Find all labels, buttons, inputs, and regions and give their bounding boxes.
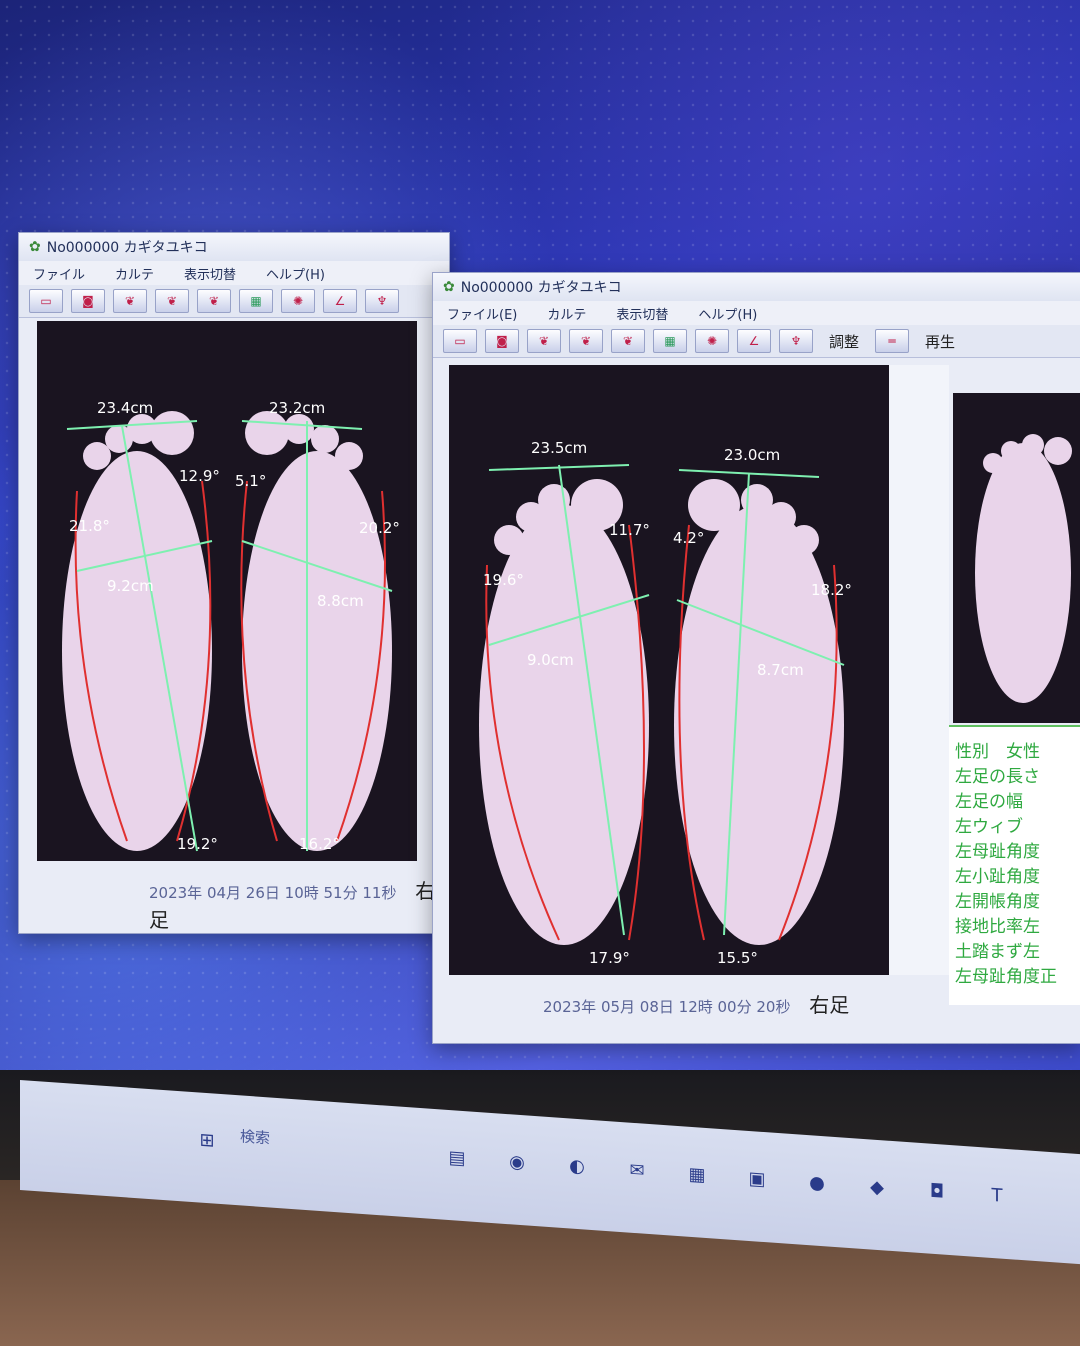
left-foot-outer-angle: 19.6° [483,571,524,589]
left-foot-outer-angle: 21.8° [69,517,110,535]
right-foot-length: 23.0cm [724,446,780,464]
angle-icon[interactable]: ∠ [737,329,771,353]
menu-view[interactable]: 表示切替 [616,304,668,323]
right-foot-width: 8.7cm [757,661,804,679]
teams-icon[interactable]: T [980,1177,1014,1213]
left-foot-length: 23.4cm [97,399,153,417]
right-foot-width: 8.8cm [317,592,364,610]
left-foot-width: 9.2cm [107,577,154,595]
info-contact-ratio-left: 接地比率左 [955,917,1040,937]
menu-file[interactable]: ファイル [33,264,85,283]
window-right[interactable]: ✿ No000000 カギタユキコ ファイル(E) カルテ 表示切替 ヘルプ(H… [432,272,1080,1044]
left-foot-toe-angle: 11.7° [609,521,650,539]
menu-karte[interactable]: カルテ [115,264,154,283]
scan-timestamp-left: 2023年 04月 26日 10時 51分 11秒 [149,884,397,902]
scan-preview-thumbnail[interactable] [953,393,1080,723]
taskbar-search[interactable]: 検索 [240,1125,270,1148]
feet-tool-icon[interactable]: ❦ [113,289,147,313]
scan-icon[interactable]: ▭ [443,329,477,353]
menu-help[interactable]: ヘルプ(H) [266,264,325,283]
camera-tool-icon[interactable]: ◙ [485,329,519,353]
grid-icon[interactable]: ▦ [239,289,273,313]
left-foot-heel-angle: 19.2° [177,835,218,853]
info-gender: 性別 女性 [955,742,1040,762]
feet-tool-icon[interactable]: ❦ [527,329,561,353]
adjust-button[interactable]: 調整 [821,330,867,352]
edge-icon[interactable]: ◐ [560,1148,594,1184]
angle-icon[interactable]: ∠ [323,289,357,313]
file-explorer-icon[interactable]: ▤ [440,1139,474,1175]
window-left-toolbar: ▭ ◙ ❦ ❦ ❦ ▦ ✺ ∠ ♆ [19,285,449,318]
menu-help[interactable]: ヘルプ(H) [698,304,757,323]
camera-tool-icon[interactable]: ◙ [71,289,105,313]
window-left[interactable]: ✿ No000000 カギタユキコ ファイル カルテ 表示切替 ヘルプ(H) ▭… [18,232,450,934]
right-foot-heel-angle: 15.5° [717,949,758,967]
preview-foot-svg [975,434,1072,703]
info-left-width: 左足の幅 [955,792,1023,812]
window-right-toolbar: ▭ ◙ ❦ ❦ ❦ ▦ ✺ ∠ ♆ 調整 ═ 再生 [433,325,1080,358]
app-icon-small: ✿ [29,239,41,255]
right-foot-heel-angle: 16.2° [299,835,340,853]
playback-button[interactable]: 再生 [917,330,963,352]
measurement-info-panel: 性別 女性 左足の長さ 左足の幅 左ウィブ 左母趾角度 左小趾角度 左開帳角度 … [949,725,1080,1005]
scan-image-right: 23.5cm 9.0cm 11.7° 19.6° 17.9° 23.0cm 8.… [449,365,889,975]
toe-icon[interactable]: ♆ [365,289,399,313]
info-left-splay-angle: 左開帳角度 [955,892,1040,912]
right-foot-shape [674,479,844,945]
left-foot-length: 23.5cm [531,439,587,457]
grid-icon[interactable]: ▦ [653,329,687,353]
info-left-little-toe-angle: 左小趾角度 [955,867,1040,887]
menu-view[interactable]: 表示切替 [184,264,236,283]
scan-mode-right: 右足 [809,993,850,1017]
window-right-menubar: ファイル(E) カルテ 表示切替 ヘルプ(H) [433,301,1080,325]
right-foot-toe-angle: 5.1° [235,472,266,490]
info-left-hallux-angle-corrected: 左母趾角度正 [955,967,1057,987]
foot-scan-svg-right: 23.5cm 9.0cm 11.7° 19.6° 17.9° 23.0cm 8.… [479,439,852,967]
window-left-titlebar[interactable]: ✿ No000000 カギタユキコ [19,233,449,261]
toe-icon[interactable]: ♆ [779,329,813,353]
right-foot-toe-angle: 4.2° [673,529,704,547]
folder-icon[interactable]: ▦ [680,1156,714,1192]
right-foot-outer-angle: 18.2° [811,581,852,599]
info-left-length: 左足の長さ [955,767,1040,787]
feet-outline-icon[interactable]: ❦ [197,289,231,313]
window-left-title: No000000 カギタユキコ [46,240,208,256]
menu-file[interactable]: ファイル(E) [447,304,517,323]
feet-compare-icon[interactable]: ❦ [155,289,189,313]
zoom-icon[interactable]: ● [800,1165,834,1201]
scan-timestamp-right: 2023年 05月 08日 12時 00分 20秒 [543,998,791,1016]
left-foot-heel-angle: 17.9° [589,949,630,967]
right-foot-length: 23.2cm [269,399,325,417]
right-foot-outer-angle: 20.2° [359,519,400,537]
menu-karte[interactable]: カルテ [547,304,586,323]
ruler-icon[interactable]: ═ [875,329,910,353]
left-foot-shape [479,479,649,945]
windows-start-icon[interactable]: ⊞ [190,1122,224,1158]
window-right-titlebar[interactable]: ✿ No000000 カギタユキコ [433,273,1080,301]
info-left-hallux-angle: 左母趾角度 [955,842,1040,862]
mail-icon[interactable]: ✉ [620,1152,654,1188]
window-left-menubar: ファイル カルテ 表示切替 ヘルプ(H) [19,261,449,285]
window-right-statusbar: 2023年 05月 08日 12時 00分 20秒 右足 [543,989,849,1018]
camera-icon[interactable]: ◘ [920,1173,954,1209]
window-left-statusbar: 2023年 04月 26日 10時 51分 11秒 右足 [149,875,449,933]
store-icon[interactable]: ▣ [740,1160,774,1196]
info-arch-left: 土踏まず左 [955,942,1040,962]
scan-icon[interactable]: ▭ [29,289,63,313]
app-icon-small: ✿ [443,279,455,295]
info-left-wise: 左ウィブ [955,817,1023,837]
app-icon[interactable]: ◆ [860,1169,894,1205]
feet-heat-icon[interactable]: ✺ [281,289,315,313]
left-foot-toe-angle: 12.9° [179,467,220,485]
window-right-title: No000000 カギタユキコ [460,280,622,296]
feet-outline-icon[interactable]: ❦ [611,329,645,353]
foot-scan-svg-left: 23.4cm 9.2cm 12.9° 21.8° 19.2° 23.2cm 8.… [62,399,400,853]
left-foot-width: 9.0cm [527,651,574,669]
side-panel-divider [889,365,949,975]
scan-image-left: 23.4cm 9.2cm 12.9° 21.8° 19.2° 23.2cm 8.… [37,321,417,861]
feet-compare-icon[interactable]: ❦ [569,329,603,353]
chat-icon[interactable]: ◉ [500,1144,534,1180]
feet-heat-icon[interactable]: ✺ [695,329,729,353]
